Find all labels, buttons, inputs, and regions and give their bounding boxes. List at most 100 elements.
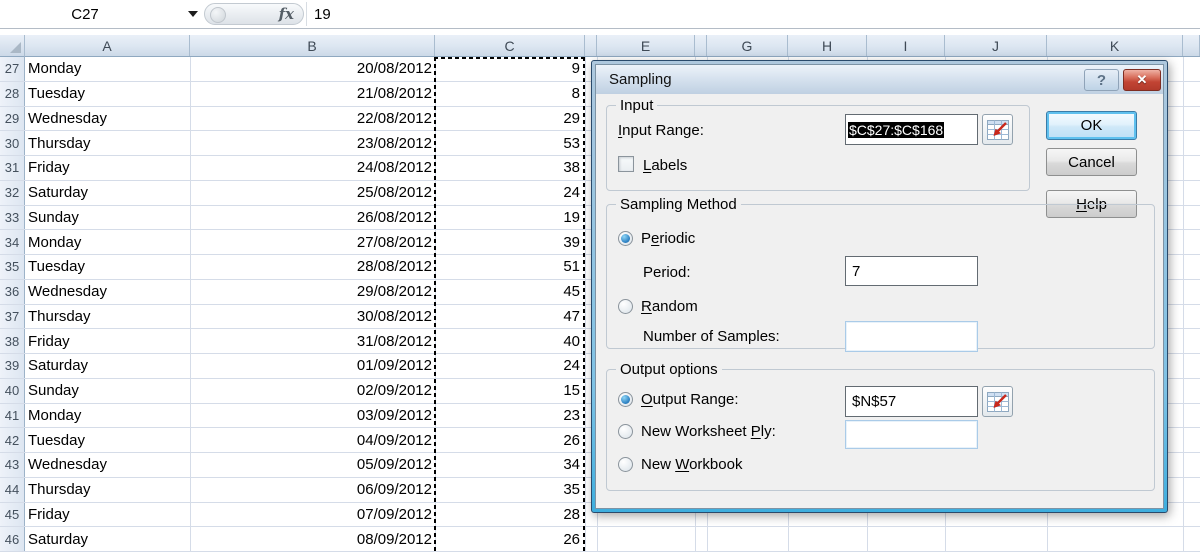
cell-A46[interactable]: Saturday [28, 527, 88, 551]
output-range-radio[interactable] [618, 392, 633, 407]
cell-C28[interactable]: 8 [437, 82, 580, 106]
cell-B39[interactable]: 01/09/2012 [190, 354, 432, 378]
cell-B43[interactable]: 05/09/2012 [190, 453, 432, 477]
cell-B30[interactable]: 23/08/2012 [190, 131, 432, 155]
row-header-30[interactable]: 30 [0, 131, 25, 155]
cell-B38[interactable]: 31/08/2012 [190, 329, 432, 353]
cell-B40[interactable]: 02/09/2012 [190, 379, 432, 403]
cell-A34[interactable]: Monday [28, 230, 81, 254]
row-header-39[interactable]: 39 [0, 354, 25, 378]
row-header-35[interactable]: 35 [0, 255, 25, 279]
row-header-46[interactable]: 46 [0, 527, 25, 551]
cell-C34[interactable]: 39 [437, 230, 580, 254]
cell-C35[interactable]: 51 [437, 255, 580, 279]
cell-A44[interactable]: Thursday [28, 478, 91, 502]
cell-C32[interactable]: 24 [437, 181, 580, 205]
column-header-J[interactable]: J [945, 35, 1047, 56]
cell-C45[interactable]: 28 [437, 503, 580, 527]
cell-C41[interactable]: 23 [437, 404, 580, 428]
ok-button[interactable]: OK [1046, 111, 1137, 140]
cell-A35[interactable]: Tuesday [28, 255, 85, 279]
new-worksheet-ply-radio[interactable] [618, 424, 633, 439]
row-header-41[interactable]: 41 [0, 403, 25, 428]
cell-A27[interactable]: Monday [28, 57, 81, 81]
formula-bar-input[interactable]: 19 [314, 4, 331, 25]
cell-A32[interactable]: Saturday [28, 181, 88, 205]
row-header-42[interactable]: 42 [0, 428, 25, 452]
cell-C46[interactable]: 26 [437, 527, 580, 551]
name-box-dropdown-icon[interactable] [188, 11, 198, 17]
period-field[interactable]: 7 [845, 256, 978, 286]
number-of-samples-field[interactable] [845, 321, 978, 352]
column-header-I[interactable]: I [867, 35, 945, 56]
column-header-C[interactable]: C [435, 35, 585, 56]
row-header-45[interactable]: 45 [0, 502, 25, 527]
cell-B45[interactable]: 07/09/2012 [190, 503, 432, 527]
column-header-G[interactable]: G [707, 35, 788, 56]
cell-name-box[interactable]: C27 [30, 4, 140, 25]
cell-B28[interactable]: 21/08/2012 [190, 82, 432, 106]
cell-A30[interactable]: Thursday [28, 131, 91, 155]
column-header-A[interactable]: A [25, 35, 190, 56]
row-header-29[interactable]: 29 [0, 106, 25, 131]
cell-B35[interactable]: 28/08/2012 [190, 255, 432, 279]
periodic-radio[interactable] [618, 231, 633, 246]
cell-B42[interactable]: 04/09/2012 [190, 428, 432, 452]
cell-B46[interactable]: 08/09/2012 [190, 527, 432, 551]
column-header-B[interactable]: B [190, 35, 435, 56]
row-header-33[interactable]: 33 [0, 205, 25, 230]
cell-B32[interactable]: 25/08/2012 [190, 181, 432, 205]
cell-A39[interactable]: Saturday [28, 354, 88, 378]
column-header-E[interactable]: E [597, 35, 695, 56]
cell-A40[interactable]: Sunday [28, 379, 79, 403]
cell-A31[interactable]: Friday [28, 156, 70, 180]
column-header-narrow-3[interactable] [585, 35, 597, 56]
cell-A36[interactable]: Wednesday [28, 280, 107, 304]
cell-B29[interactable]: 22/08/2012 [190, 107, 432, 131]
row-header-44[interactable]: 44 [0, 477, 25, 502]
row-header-40[interactable]: 40 [0, 378, 25, 403]
input-range-picker-button[interactable] [982, 114, 1013, 145]
column-header-narrow-11[interactable] [1183, 35, 1200, 56]
row-header-37[interactable]: 37 [0, 304, 25, 329]
cancel-button[interactable]: Cancel [1046, 148, 1137, 176]
output-range-field[interactable]: $N$57 [845, 386, 978, 417]
row-header-28[interactable]: 28 [0, 81, 25, 106]
row-header-36[interactable]: 36 [0, 279, 25, 304]
dialog-titlebar[interactable]: Sampling ? ✕ [596, 65, 1163, 94]
cell-A33[interactable]: Sunday [28, 206, 79, 230]
cell-B31[interactable]: 24/08/2012 [190, 156, 432, 180]
cell-B34[interactable]: 27/08/2012 [190, 230, 432, 254]
cell-A42[interactable]: Tuesday [28, 428, 85, 452]
labels-checkbox[interactable] [618, 156, 634, 172]
cell-A37[interactable]: Thursday [28, 305, 91, 329]
cell-C30[interactable]: 53 [437, 131, 580, 155]
cell-A41[interactable]: Monday [28, 404, 81, 428]
cell-B44[interactable]: 06/09/2012 [190, 478, 432, 502]
cell-A29[interactable]: Wednesday [28, 107, 107, 131]
row-header-32[interactable]: 32 [0, 180, 25, 205]
cell-C27[interactable]: 9 [437, 57, 580, 81]
row-header-34[interactable]: 34 [0, 230, 25, 254]
row-header-38[interactable]: 38 [0, 329, 25, 353]
cell-C39[interactable]: 24 [437, 354, 580, 378]
new-workbook-radio[interactable] [618, 457, 633, 472]
row-header-43[interactable]: 43 [0, 453, 25, 477]
cell-B37[interactable]: 30/08/2012 [190, 305, 432, 329]
cell-C38[interactable]: 40 [437, 329, 580, 353]
column-header-narrow-5[interactable] [695, 35, 707, 56]
row-header-31[interactable]: 31 [0, 156, 25, 180]
dialog-help-button[interactable]: ? [1084, 69, 1119, 91]
random-radio[interactable] [618, 299, 633, 314]
cell-C44[interactable]: 35 [437, 478, 580, 502]
cell-B41[interactable]: 03/09/2012 [190, 404, 432, 428]
cell-A45[interactable]: Friday [28, 503, 70, 527]
cell-B33[interactable]: 26/08/2012 [190, 206, 432, 230]
cell-C40[interactable]: 15 [437, 379, 580, 403]
cell-C29[interactable]: 29 [437, 107, 580, 131]
new-worksheet-ply-field[interactable] [845, 420, 978, 449]
cell-A38[interactable]: Friday [28, 329, 70, 353]
output-range-picker-button[interactable] [982, 386, 1013, 417]
column-header-K[interactable]: K [1047, 35, 1183, 56]
cell-C33[interactable]: 19 [437, 206, 580, 230]
